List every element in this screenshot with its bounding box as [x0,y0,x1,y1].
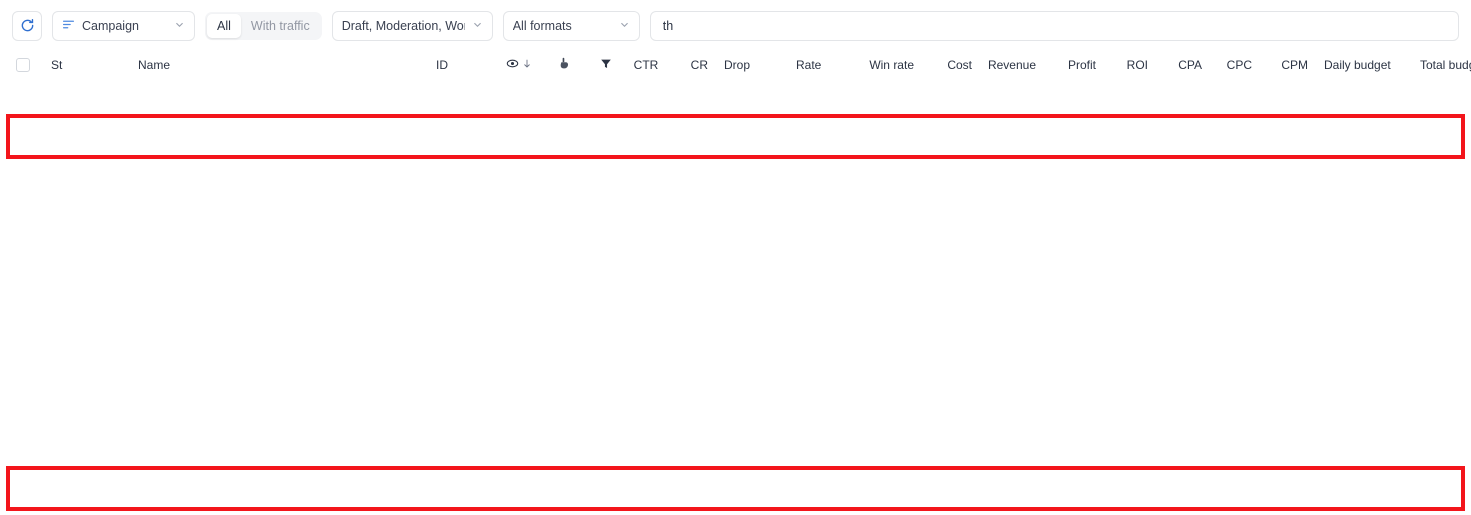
campaign-filter-select[interactable]: Campaign [52,10,195,41]
th-daily-budget[interactable]: Daily budget [1318,51,1414,79]
th-clicks[interactable] [542,51,580,79]
chevron-down-icon [174,19,185,33]
format-filter-select[interactable]: All formats [502,10,640,41]
th-id-label: ID [436,58,448,72]
refresh-icon [20,18,35,33]
th-ctr[interactable]: CTR [622,51,670,79]
th-cpc[interactable]: CPC [1212,51,1262,79]
th-cr-label: CR [690,58,708,72]
segment-option-all[interactable]: All [207,13,241,38]
th-rate-label: Rate [796,58,822,72]
th-id[interactable]: ID [428,51,486,79]
th-profit[interactable]: Profit [1046,51,1106,79]
th-drop-label: Drop [724,58,751,72]
campaign-filter-label: Campaign [82,18,139,33]
refresh-button[interactable] [12,10,42,41]
th-cpa-label: CPA [1178,58,1202,72]
th-cpm[interactable]: CPM [1262,51,1318,79]
th-roi[interactable]: ROI [1106,51,1158,79]
th-profit-label: Profit [1067,58,1096,72]
eye-icon [506,57,519,73]
th-cost-label: Cost [947,58,972,72]
th-name-label: Name [138,58,171,72]
th-status[interactable]: St [44,51,136,79]
th-rate[interactable]: Rate [784,51,860,79]
th-status-label: St [51,58,63,72]
th-impressions[interactable] [486,51,542,79]
traffic-segment-control[interactable]: All With traffic [205,11,322,40]
status-filter-select[interactable]: Draft, Moderation, Work [331,10,493,41]
th-total-budget[interactable]: Total budget [1414,51,1471,79]
th-name[interactable]: Name [136,51,428,79]
th-cost[interactable]: Cost [924,51,982,79]
th-cpc-label: CPC [1226,58,1252,72]
th-select-all[interactable] [0,51,44,79]
row-highlight-box-bottom [6,466,1465,511]
table-header: St Name ID CTR CR Drop Rate Win rate Cos… [0,51,1471,79]
chevron-down-icon [619,19,630,33]
th-cpm-label: CPM [1281,58,1308,72]
th-ctr-label: CTR [633,58,659,72]
th-total-budget-label: Total budget [1420,58,1471,72]
filters-toolbar: Campaign All With traffic Draft, Moderat… [0,0,1471,51]
th-win-rate-label: Win rate [869,58,914,72]
funnel-icon [600,58,612,73]
th-revenue[interactable]: Revenue [982,51,1046,79]
click-cursor-icon [558,57,570,73]
sort-desc-arrow[interactable] [522,58,532,72]
row-highlight-box-top [6,114,1465,159]
th-cpa[interactable]: CPA [1158,51,1212,79]
search-input[interactable] [660,17,1448,34]
chevron-down-icon [472,19,483,33]
th-cr[interactable]: CR [670,51,718,79]
th-daily-budget-label: Daily budget [1324,58,1391,72]
th-drop[interactable]: Drop [718,51,784,79]
format-filter-label: All formats [512,18,572,33]
campaigns-page: Campaign All With traffic Draft, Moderat… [0,0,1471,515]
th-win-rate[interactable]: Win rate [860,51,924,79]
select-all-checkbox[interactable] [16,58,30,72]
status-filter-label: Draft, Moderation, Work [341,18,465,33]
search-field-wrapper[interactable] [649,10,1459,41]
campaigns-table: St Name ID CTR CR Drop Rate Win rate Cos… [0,51,1471,79]
th-roi-label: ROI [1126,58,1148,72]
th-revenue-label: Revenue [987,58,1036,72]
filter-lines-icon [62,18,75,34]
segment-option-with-traffic[interactable]: With traffic [241,14,320,38]
th-conversions[interactable] [580,51,622,79]
